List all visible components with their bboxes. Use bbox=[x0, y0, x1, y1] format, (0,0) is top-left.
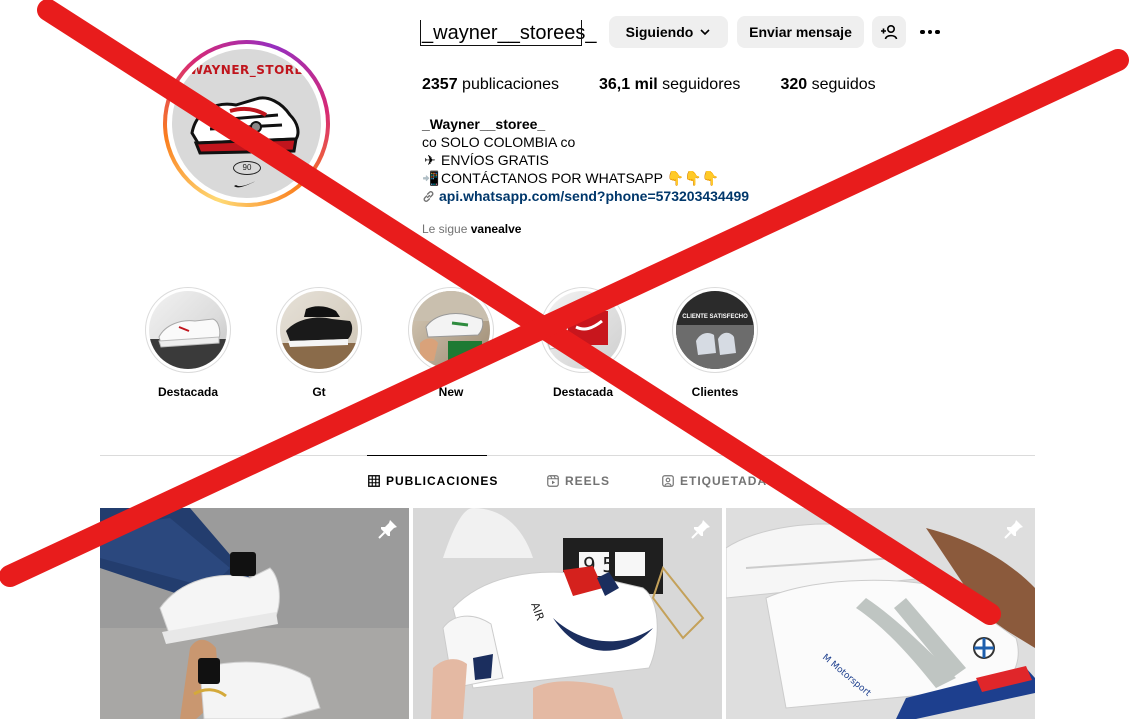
pinned-post-icon bbox=[691, 520, 710, 539]
reels-icon bbox=[547, 475, 559, 487]
followers-count[interactable]: 36,1 mil seguidores bbox=[599, 76, 740, 94]
bio-name: _Wayner__storee_ bbox=[422, 116, 546, 132]
highlight-label: Gt bbox=[312, 385, 326, 399]
post-thumbnail[interactable]: M Motorsport bbox=[726, 508, 1035, 719]
highlight-cover bbox=[149, 291, 227, 369]
highlight-item[interactable]: Destacada bbox=[540, 287, 626, 399]
post-thumbnail[interactable]: 9 5 AIR bbox=[413, 508, 722, 719]
followed-by-user: vanealve bbox=[470, 222, 522, 236]
airplane-icon: ✈ bbox=[424, 152, 436, 168]
posts-count-label: publicaciones bbox=[462, 76, 559, 93]
bio-line-shipping-text: ENVÍOS GRATIS bbox=[441, 152, 549, 168]
link-icon bbox=[423, 190, 434, 202]
profile-stats: 2357 publicaciones 36,1 mil seguidores 3… bbox=[422, 76, 916, 94]
add-user-icon bbox=[881, 24, 898, 40]
following-button-label: Siguiendo bbox=[625, 24, 694, 40]
highlight-ring: CLIENTE SATISFECHO bbox=[672, 287, 758, 373]
avatar-image: WAYNER_STORE 90 bbox=[172, 49, 321, 198]
post-thumbnail[interactable] bbox=[100, 508, 409, 719]
tabs-divider bbox=[100, 455, 1035, 456]
avatar-number: 90 bbox=[233, 161, 261, 175]
highlight-item[interactable]: New bbox=[408, 287, 494, 399]
posts-count: 2357 publicaciones bbox=[422, 76, 559, 94]
profile-avatar[interactable]: WAYNER_STORE 90 bbox=[163, 40, 330, 207]
profile-username: _wayner__storees_ bbox=[422, 22, 597, 44]
phone-icon: 📲 bbox=[422, 170, 440, 186]
highlight-cover bbox=[412, 291, 490, 369]
highlight-ring bbox=[540, 287, 626, 373]
bio-link-text[interactable]: api.whatsapp.com/send?phone=573203434499 bbox=[439, 187, 749, 205]
avatar-inner: WAYNER_STORE 90 bbox=[167, 44, 326, 203]
highlight-label: New bbox=[438, 385, 464, 399]
dot bbox=[920, 29, 925, 35]
chevron-down-icon bbox=[700, 29, 710, 36]
tab-tagged-label: ETIQUETADAS bbox=[680, 474, 777, 488]
followers-count-label: seguidores bbox=[662, 76, 741, 93]
following-button[interactable]: Siguiendo bbox=[609, 16, 728, 48]
active-tab-indicator bbox=[367, 455, 487, 456]
following-count[interactable]: 320 seguidos bbox=[780, 76, 875, 94]
tagged-icon bbox=[662, 475, 674, 487]
dot bbox=[927, 29, 933, 35]
highlight-label: Destacada bbox=[552, 385, 614, 399]
send-message-label: Enviar mensaje bbox=[749, 24, 852, 40]
bio-link[interactable]: api.whatsapp.com/send?phone=573203434499 bbox=[422, 187, 749, 205]
tab-posts[interactable]: PUBLICACIONES bbox=[368, 474, 498, 488]
suggested-users-button[interactable] bbox=[872, 16, 906, 48]
shoe-thumbnail bbox=[412, 291, 490, 361]
grid-icon bbox=[368, 475, 380, 487]
more-options-button[interactable] bbox=[917, 22, 943, 42]
shoe-thumbnail bbox=[280, 306, 358, 369]
shoe-thumbnail bbox=[676, 325, 754, 369]
followed-by[interactable]: Le sigue vanealve bbox=[422, 222, 521, 236]
posts-count-value: 2357 bbox=[422, 76, 458, 93]
highlight-cover: CLIENTE SATISFECHO bbox=[676, 291, 754, 369]
profile-bio: _Wayner__storee_ co SOLO COLOMBIA co ✈ EN… bbox=[422, 115, 749, 205]
tab-posts-label: PUBLICACIONES bbox=[386, 474, 499, 488]
following-count-label: seguidos bbox=[811, 76, 876, 93]
bio-line-shipping: ✈ ENVÍOS GRATIS bbox=[422, 151, 749, 169]
followed-by-prefix: Le sigue bbox=[422, 222, 468, 236]
bio-line-contact-text: CONTÁCTANOS POR WHATSAPP 👇👇👇 bbox=[441, 170, 719, 186]
avatar-logo-text: WAYNER_STORE bbox=[189, 63, 304, 77]
tab-reels-label: REELS bbox=[565, 474, 611, 488]
shoe-thumbnail bbox=[149, 318, 227, 369]
highlight-item[interactable]: Destacada bbox=[145, 287, 231, 399]
dot bbox=[935, 29, 940, 35]
pinned-post-icon bbox=[1004, 520, 1023, 539]
highlight-item[interactable]: CLIENTE SATISFECHO Clientes bbox=[672, 287, 758, 399]
tab-reels[interactable]: REELS bbox=[547, 474, 610, 488]
post-image: 9 5 AIR bbox=[413, 508, 722, 719]
highlight-ring bbox=[145, 287, 231, 373]
send-message-button[interactable]: Enviar mensaje bbox=[737, 16, 864, 48]
tab-tagged[interactable]: ETIQUETADAS bbox=[662, 474, 776, 488]
bio-line-country: co SOLO COLOMBIA co bbox=[422, 134, 576, 150]
pinned-post-icon bbox=[378, 520, 397, 539]
bio-line-contact: 📲 CONTÁCTANOS POR WHATSAPP 👇👇👇 bbox=[422, 169, 749, 187]
highlight-label: Clientes bbox=[691, 385, 739, 399]
shoe-thumbnail bbox=[547, 311, 608, 350]
post-image bbox=[100, 508, 409, 719]
highlight-ring bbox=[408, 287, 494, 373]
swoosh-logo-icon bbox=[234, 179, 260, 188]
highlight-label: Destacada bbox=[157, 385, 219, 399]
highlight-cover bbox=[544, 291, 622, 369]
followers-count-value: 36,1 mil bbox=[599, 76, 658, 93]
highlight-cover bbox=[280, 291, 358, 369]
avatar-shoe-illustration bbox=[190, 96, 300, 155]
highlight-item[interactable]: Gt bbox=[276, 287, 362, 399]
highlight-ring bbox=[276, 287, 362, 373]
following-count-value: 320 bbox=[780, 76, 808, 93]
post-image: M Motorsport bbox=[726, 508, 1035, 719]
